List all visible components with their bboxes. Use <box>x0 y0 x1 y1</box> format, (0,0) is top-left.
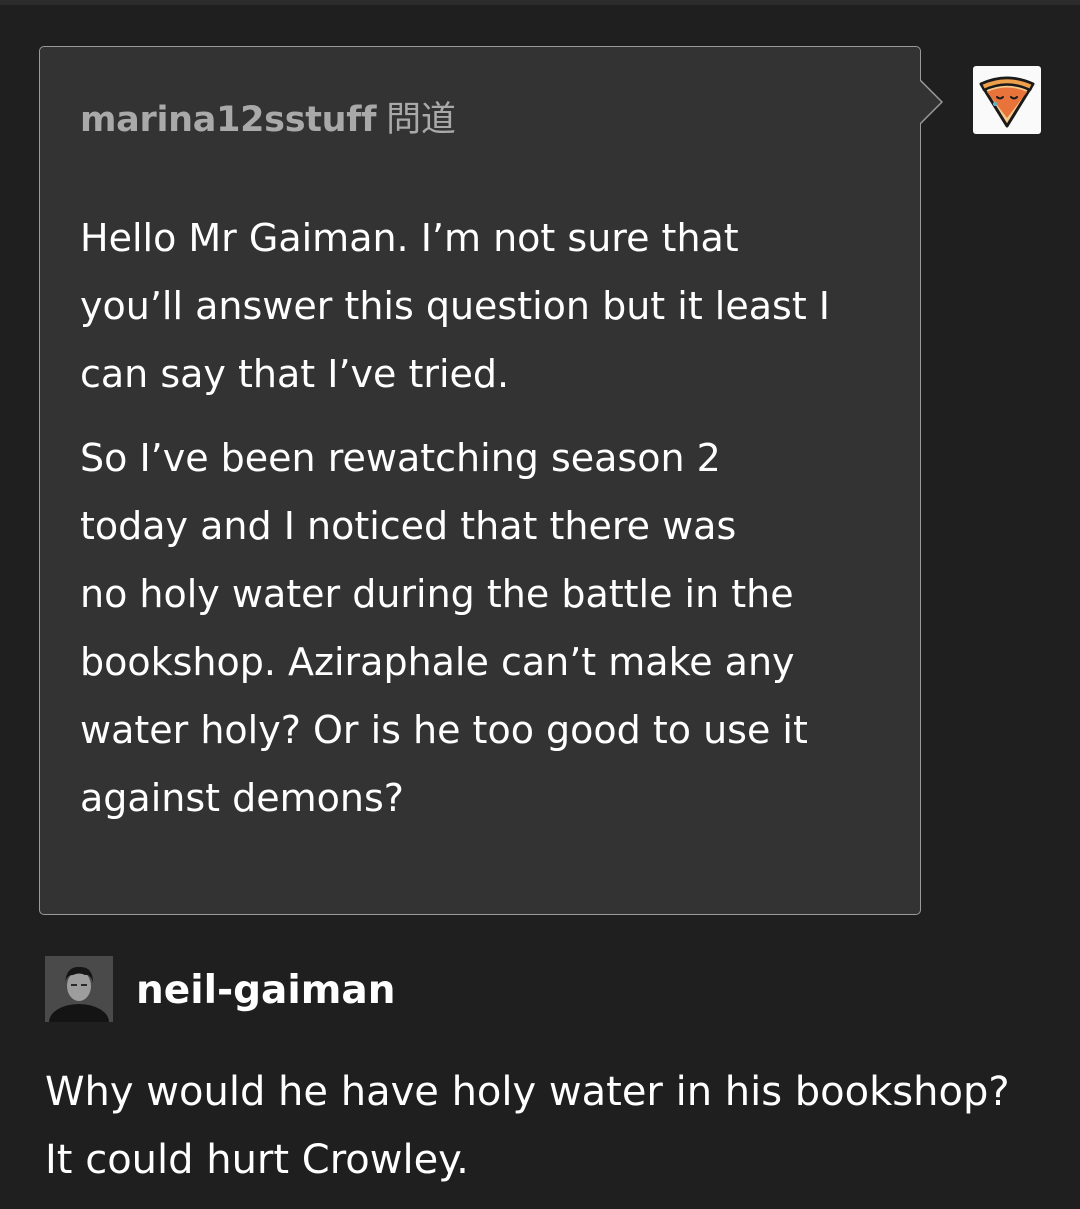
question-line: So I’ve been rewatching season 2 <box>80 436 721 480</box>
asker-avatar[interactable] <box>973 66 1041 134</box>
answerer-avatar[interactable] <box>45 956 113 1022</box>
question-line: Hello Mr Gaiman. I’m not sure that <box>80 216 739 260</box>
question-line: you’ll answer this question but it least… <box>80 284 831 328</box>
asker-line: marina12sstuff 問道 <box>80 91 456 142</box>
question-line: can say that I’ve tried. <box>80 352 510 396</box>
answer-text: Why would he have holy water in his book… <box>45 1058 1055 1194</box>
question-paragraph: So I’ve been rewatching season 2 today a… <box>80 424 900 832</box>
pizza-slice-icon <box>979 76 1035 128</box>
question-line: against demons? <box>80 776 404 820</box>
question-text: Hello Mr Gaiman. I’m not sure that you’l… <box>80 204 900 832</box>
profile-photo <box>45 956 113 1022</box>
top-divider <box>0 0 1080 5</box>
question-line: bookshop. Aziraphale can’t make any <box>80 640 795 684</box>
bubble-pointer <box>920 80 944 124</box>
ask-bubble: marina12sstuff 問道 Hello Mr Gaiman. I’m no… <box>39 46 921 915</box>
question-paragraph: Hello Mr Gaiman. I’m not sure that you’l… <box>80 204 900 408</box>
answerer-name[interactable]: neil-gaiman <box>136 968 395 1013</box>
asked-label: 問道 <box>386 100 456 140</box>
question-line: no holy water during the battle in the <box>80 572 794 616</box>
answer-line: Why would he have holy water in his book… <box>45 1069 1010 1115</box>
question-line: today and I noticed that there was <box>80 504 737 548</box>
question-line: water holy? Or is he too good to use it <box>80 708 808 752</box>
answer-line: It could hurt Crowley. <box>45 1137 469 1183</box>
asker-name[interactable]: marina12sstuff <box>80 100 376 140</box>
